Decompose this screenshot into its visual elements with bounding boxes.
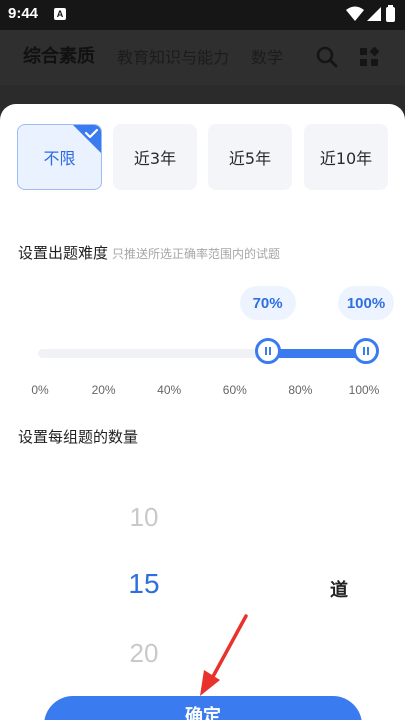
year-option-label: 近5年 (228, 149, 272, 168)
year-option-label: 近3年 (133, 149, 177, 168)
signal-icon (367, 7, 381, 21)
year-option-3[interactable]: 近3年 (113, 124, 197, 190)
difficulty-slider-fill (267, 349, 366, 358)
count-option-selected[interactable]: 15 (104, 568, 184, 600)
slider-tick: 80% (288, 383, 313, 397)
wifi-icon (346, 6, 364, 21)
slider-handle-high[interactable] (353, 338, 379, 364)
slider-tick: 20% (91, 383, 116, 397)
slider-tick: 40% (157, 383, 182, 397)
grid-menu-icon[interactable] (359, 47, 379, 67)
notification-icon: A (54, 8, 66, 20)
slider-tick: 0% (31, 383, 49, 397)
year-option-5[interactable]: 近5年 (208, 124, 292, 190)
difficulty-title-text: 设置出题难度 (18, 244, 109, 262)
count-title: 设置每组题的数量 (18, 428, 139, 446)
annotation-arrow-icon (200, 614, 248, 696)
battery-icon (386, 5, 395, 22)
grip-icon (363, 347, 369, 355)
search-icon[interactable] (316, 46, 338, 68)
year-option-10[interactable]: 近10年 (304, 124, 388, 190)
confirm-button[interactable]: 确定 (44, 696, 362, 720)
year-option-label: 不限 (43, 149, 76, 168)
slider-tick: 100% (348, 383, 380, 397)
slider-tick: 60% (222, 383, 247, 397)
year-option-label: 近10年 (319, 149, 373, 168)
nav-tab-comprehensive[interactable]: 综合素质 (23, 42, 95, 68)
difficulty-hint: 只推送所选正确率范围内的试题 (112, 247, 281, 261)
top-nav: 综合素质 教育知识与能力 数学 (0, 30, 405, 85)
difficulty-title: 设置出题难度 只推送所选正确率范围内的试题 (18, 242, 280, 263)
status-time: 9:44 (8, 5, 39, 22)
range-low-value: 70% (239, 286, 296, 320)
count-unit: 道 (330, 580, 348, 601)
range-high-value: 100% (338, 286, 394, 320)
slider-handle-low[interactable] (254, 338, 281, 364)
filter-sheet: 不限 近3年 近5年 近10年 设置出题难度 只推送所选正确率范围内的试题 70%… (0, 104, 405, 720)
year-option-unlimited[interactable]: 不限 (17, 124, 102, 190)
nav-tab-education[interactable]: 教育知识与能力 (117, 44, 229, 68)
nav-tab-math[interactable]: 数学 (251, 44, 283, 68)
count-option[interactable]: 10 (104, 502, 184, 533)
count-option[interactable]: 20 (104, 638, 184, 669)
grip-icon (264, 347, 271, 355)
status-bar: 9:44 A (0, 0, 405, 30)
check-icon (73, 125, 101, 153)
